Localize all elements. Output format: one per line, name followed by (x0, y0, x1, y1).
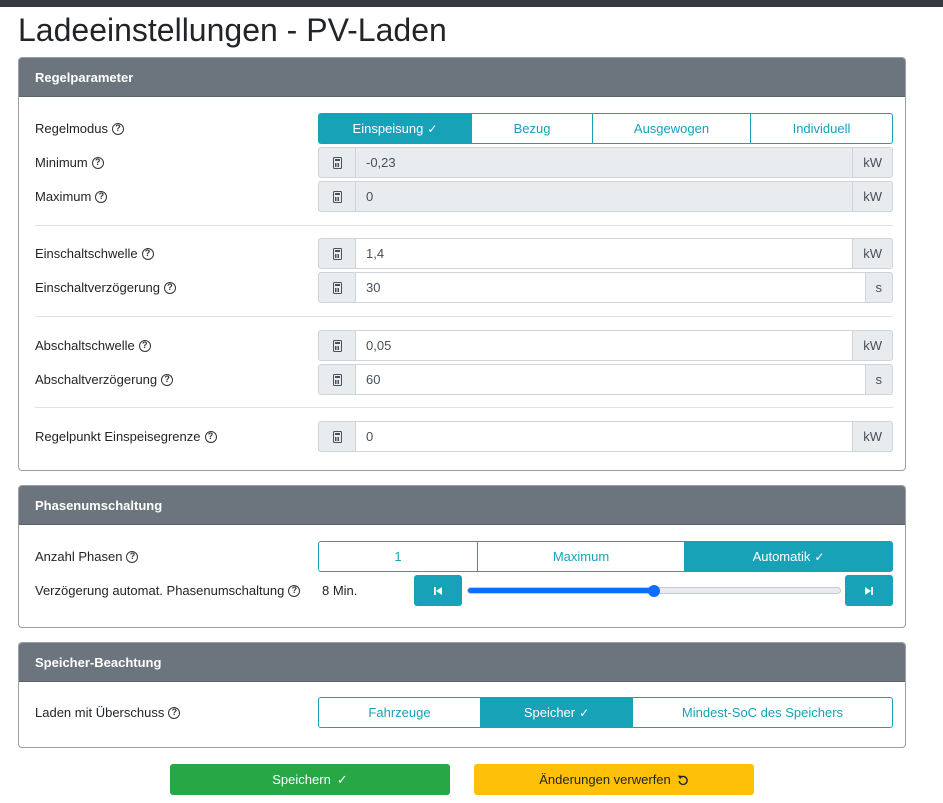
card-speicher: Speicher-Beachtung Laden mit Überschuss?… (18, 642, 906, 748)
calculator-icon[interactable] (318, 364, 356, 395)
row-einschaltschwelle: Einschaltschwelle? 1,4 kW (35, 238, 893, 269)
question-circle-icon[interactable]: ? (288, 584, 301, 597)
check-icon: ✓ (336, 771, 348, 787)
abschaltschwelle-input[interactable]: 0,05 (356, 330, 853, 361)
einschaltschwelle-label: Einschaltschwelle (35, 246, 138, 261)
maximum-field: 0 (356, 181, 853, 212)
abschaltschwelle-label: Abschaltschwelle (35, 338, 135, 353)
check-icon: ✓ (427, 121, 438, 136)
einschaltschwelle-input[interactable]: 1,4 (356, 238, 853, 269)
card-regelparameter: Regelparameter Regelmodus? Einspeisung ✓ … (18, 57, 906, 471)
minimum-unit: kW (852, 147, 893, 178)
laden-mit-ueberschuss-label: Laden mit Überschuss (35, 705, 165, 720)
row-abschaltverzoegerung: Abschaltverzögerung? 60 s (35, 364, 893, 395)
save-button[interactable]: Speichern ✓ (170, 764, 450, 795)
check-icon: ✓ (814, 549, 825, 564)
abschaltverzoegerung-unit: s (864, 364, 893, 395)
card-phasenumschaltung: Phasenumschaltung Anzahl Phasen? 1 Maxim… (18, 485, 906, 628)
row-verzoegerung: Verzögerung automat. Phasenumschaltung? … (35, 575, 893, 606)
top-bar (0, 0, 943, 7)
anzahl-phasen-button-group: 1 Maximum Automatik ✓ (318, 541, 893, 572)
check-icon: ✓ (579, 705, 590, 720)
calculator-icon (318, 181, 356, 212)
question-circle-icon[interactable]: ? (204, 430, 217, 443)
card-header-regelparameter: Regelparameter (19, 58, 905, 97)
question-circle-icon[interactable]: ? (91, 156, 104, 169)
divider (35, 225, 893, 226)
einschaltverzoegerung-unit: s (864, 272, 893, 303)
regelpunkt-unit: kW (852, 421, 893, 452)
anzahl-phasen-option-maximum[interactable]: Maximum (477, 541, 685, 572)
question-circle-icon[interactable]: ? (161, 373, 174, 386)
row-regelpunkt: Regelpunkt Einspeisegrenze? 0 kW (35, 421, 893, 452)
row-laden-mit-ueberschuss: Laden mit Überschuss? Fahrzeuge Speicher… (35, 697, 893, 728)
slider-thumb[interactable] (648, 584, 660, 597)
slider-fill (468, 588, 654, 593)
speicher-option-mindest-soc[interactable]: Mindest-SoC des Speichers (632, 697, 893, 728)
verzoegerung-label: Verzögerung automat. Phasenumschaltung (35, 583, 285, 598)
maximum-unit: kW (852, 181, 893, 212)
question-circle-icon[interactable]: ? (126, 550, 139, 563)
speicher-option-fahrzeuge[interactable]: Fahrzeuge (318, 697, 481, 728)
row-maximum: Maximum? 0 kW (35, 181, 893, 212)
calculator-icon[interactable] (318, 330, 356, 361)
question-circle-icon[interactable]: ? (138, 339, 151, 352)
question-circle-icon[interactable]: ? (141, 247, 154, 260)
einschaltverzoegerung-label: Einschaltverzögerung (35, 280, 161, 295)
question-circle-icon[interactable]: ? (95, 190, 108, 203)
anzahl-phasen-option-1[interactable]: 1 (318, 541, 478, 572)
question-circle-icon[interactable]: ? (168, 706, 181, 719)
question-circle-icon[interactable]: ? (164, 281, 177, 294)
question-circle-icon[interactable]: ? (112, 122, 124, 135)
regelpunkt-input[interactable]: 0 (356, 421, 853, 452)
anzahl-phasen-option-automatik[interactable]: Automatik ✓ (684, 541, 893, 572)
einschaltschwelle-unit: kW (852, 238, 893, 269)
calculator-icon[interactable] (318, 272, 356, 303)
laden-mit-ueberschuss-button-group: Fahrzeuge Speicher ✓ Mindest-SoC des Spei… (318, 697, 893, 728)
step-backward-icon (434, 586, 442, 595)
regelmodus-label: Regelmodus (35, 121, 108, 136)
speicher-option-speicher[interactable]: Speicher ✓ (480, 697, 633, 728)
regelmodus-option-bezug[interactable]: Bezug (471, 113, 593, 144)
undo-icon (677, 775, 688, 785)
regelmodus-option-einspeisung[interactable]: Einspeisung ✓ (318, 113, 472, 144)
regelmodus-option-individuell[interactable]: Individuell (750, 113, 893, 144)
card-header-speicher: Speicher-Beachtung (19, 643, 905, 682)
anzahl-phasen-label: Anzahl Phasen (35, 549, 123, 564)
slider-increase-button[interactable] (845, 575, 893, 606)
calculator-icon[interactable] (318, 421, 356, 452)
step-forward-icon (865, 586, 873, 595)
discard-button[interactable]: Änderungen verwerfen (474, 764, 754, 795)
abschaltverzoegerung-label: Abschaltverzögerung (35, 372, 158, 387)
row-regelmodus: Regelmodus? Einspeisung ✓ Bezug Ausgewoge… (35, 113, 893, 144)
abschaltschwelle-unit: kW (852, 330, 893, 361)
regelmodus-option-ausgewogen[interactable]: Ausgewogen (592, 113, 751, 144)
row-einschaltverzoegerung: Einschaltverzögerung? 30 s (35, 272, 893, 303)
minimum-label: Minimum (35, 155, 88, 170)
calculator-icon (318, 147, 356, 178)
slider-decrease-button[interactable] (414, 575, 462, 606)
card-header-phasenumschaltung: Phasenumschaltung (19, 486, 905, 525)
row-abschaltschwelle: Abschaltschwelle? 0,05 kW (35, 330, 893, 361)
abschaltverzoegerung-input[interactable]: 60 (356, 364, 865, 395)
minimum-field: -0,23 (356, 147, 853, 178)
row-anzahl-phasen: Anzahl Phasen? 1 Maximum Automatik ✓ (35, 541, 893, 572)
einschaltverzoegerung-input[interactable]: 30 (356, 272, 865, 303)
row-minimum: Minimum? -0,23 kW (35, 147, 893, 178)
maximum-label: Maximum (35, 189, 92, 204)
regelpunkt-label: Regelpunkt Einspeisegrenze (35, 429, 201, 444)
verzoegerung-value: 8 Min. (322, 583, 358, 598)
divider (35, 407, 893, 408)
divider (35, 316, 893, 317)
regelmodus-button-group: Einspeisung ✓ Bezug Ausgewogen Individuel… (318, 113, 893, 144)
verzoegerung-slider[interactable] (467, 584, 841, 597)
calculator-icon[interactable] (318, 238, 356, 269)
page-title: Ladeeinstellungen - PV-Laden (18, 12, 447, 48)
